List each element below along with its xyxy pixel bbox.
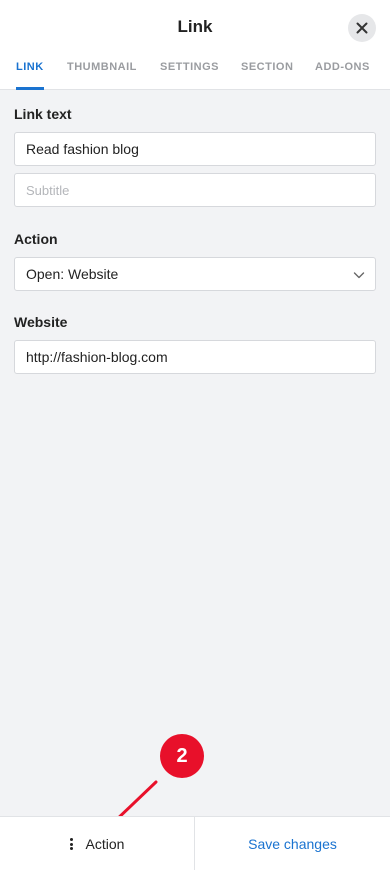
subtitle-placeholder: Subtitle <box>26 182 70 198</box>
website-label: Website <box>14 314 68 330</box>
action-label: Action <box>14 231 58 247</box>
link-text-value: Read fashion blog <box>26 141 139 157</box>
website-value: http://fashion-blog.com <box>26 349 168 365</box>
action-select[interactable]: Open: Website <box>14 257 376 291</box>
tab-link[interactable]: LINK <box>16 61 44 90</box>
tab-bar: LINK THUMBNAIL SETTINGS SECTION ADD-ONS <box>0 61 390 90</box>
action-menu-button[interactable]: Action <box>0 817 194 870</box>
close-icon <box>356 22 368 34</box>
panel-title: Link <box>177 17 213 36</box>
more-vertical-icon <box>69 838 73 850</box>
chevron-down-icon <box>353 272 365 279</box>
step-badge: 2 <box>160 734 204 778</box>
tab-add-ons[interactable]: ADD-ONS <box>315 61 370 90</box>
close-button[interactable] <box>348 14 376 42</box>
panel-footer: Action Save changes <box>0 816 390 870</box>
panel-header: Link LINK THUMBNAIL SETTINGS SECTION ADD… <box>0 0 390 90</box>
link-text-input[interactable]: Read fashion blog <box>14 132 376 166</box>
website-input[interactable]: http://fashion-blog.com <box>14 340 376 374</box>
tab-thumbnail[interactable]: THUMBNAIL <box>67 61 137 90</box>
action-button-label: Action <box>85 836 125 852</box>
save-changes-button[interactable]: Save changes <box>195 817 390 870</box>
tab-section[interactable]: SECTION <box>241 61 293 90</box>
subtitle-input[interactable]: Subtitle <box>14 173 376 207</box>
tab-settings[interactable]: SETTINGS <box>160 61 219 90</box>
link-text-label: Link text <box>14 106 72 122</box>
action-selected-value: Open: Website <box>26 266 119 282</box>
